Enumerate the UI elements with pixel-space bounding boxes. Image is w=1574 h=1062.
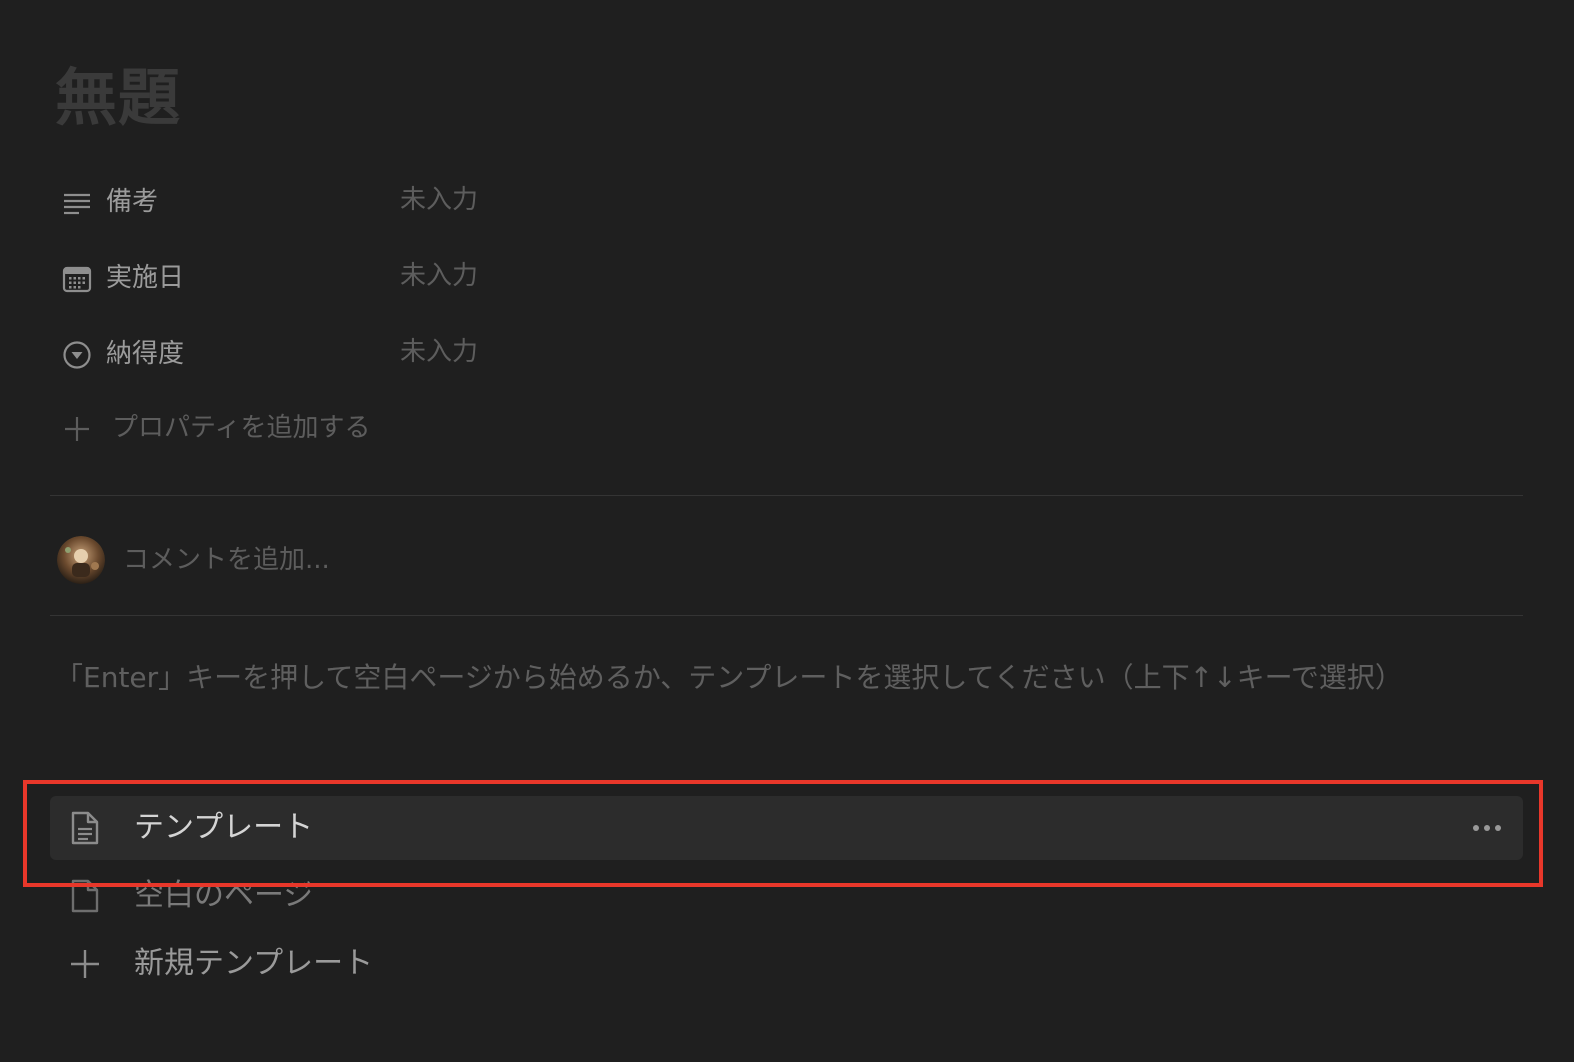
template-label: 新規テンプレート: [134, 946, 374, 981]
add-property-button[interactable]: プロパティを追加する: [62, 408, 462, 448]
property-label: 納得度: [106, 339, 185, 369]
property-value[interactable]: 未入力: [400, 256, 478, 296]
property-value[interactable]: 未入力: [400, 180, 478, 220]
page-title[interactable]: 無題: [55, 58, 181, 138]
plus-icon: [71, 950, 99, 978]
divider: [50, 495, 1523, 496]
template-label: 空白のページ: [134, 878, 314, 913]
template-list: テンプレート 空白のページ 新規テンプレート: [50, 796, 1523, 996]
divider: [50, 615, 1523, 616]
template-item-template[interactable]: テンプレート: [50, 796, 1523, 860]
calendar-icon: [62, 266, 92, 293]
new-template-button[interactable]: 新規テンプレート: [50, 932, 1523, 996]
more-options-icon[interactable]: [1469, 814, 1505, 842]
property-row-date[interactable]: 実施日 未入力: [62, 258, 562, 298]
blank-page-icon: [71, 879, 99, 913]
template-hint-text: 「Enter」キーを押して空白ページから始めるか、テンプレートを選択してください…: [55, 661, 1403, 694]
property-value[interactable]: 未入力: [400, 332, 478, 372]
text-lines-icon: [64, 193, 90, 215]
property-row-satisfaction[interactable]: 納得度 未入力: [62, 334, 562, 374]
page-root: 無題 備考 未入力 実施日 未入力 納得度 未入力 プロパティを追加する コメン…: [0, 0, 1574, 1062]
plus-icon: [65, 417, 89, 441]
document-icon: [71, 811, 99, 845]
property-row-notes[interactable]: 備考 未入力: [62, 182, 562, 222]
property-label: 備考: [106, 187, 159, 217]
property-label: 実施日: [106, 263, 185, 293]
template-label: テンプレート: [134, 810, 314, 845]
add-property-label: プロパティを追加する: [112, 413, 371, 443]
avatar: [57, 536, 105, 584]
comment-row[interactable]: コメントを追加...: [57, 536, 857, 586]
template-item-blank-page[interactable]: 空白のページ: [50, 864, 1523, 928]
select-circle-icon: [63, 341, 91, 369]
comment-input[interactable]: コメントを追加...: [123, 540, 330, 580]
